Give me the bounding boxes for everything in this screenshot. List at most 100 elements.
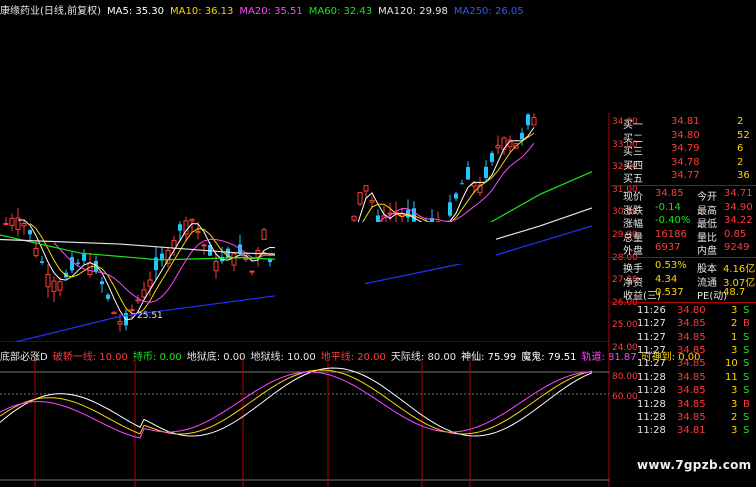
bid-price: 34.81 <box>671 116 700 127</box>
ma-label: MA60: 32.43 <box>308 6 373 17</box>
tick-time: 11:27 <box>637 331 666 343</box>
candle <box>141 281 147 299</box>
chart-mask-region <box>275 233 365 298</box>
tick-time: 11:27 <box>637 318 666 330</box>
tick-side: S <box>743 331 750 343</box>
candle <box>160 246 164 267</box>
candle <box>238 234 242 256</box>
candle <box>28 229 32 240</box>
tick-price: 34.85 <box>677 331 706 343</box>
stat-value: 34.71 <box>724 188 753 199</box>
bid-price: 34.80 <box>671 129 700 141</box>
bid-volume: 2 <box>737 156 744 168</box>
stock-period-label: 康缘药业(日线,前复权) <box>0 6 101 17</box>
tick-side: B <box>743 398 750 410</box>
ma-label: MA120: 29.98 <box>378 6 448 17</box>
tick-time: 11:28 <box>637 385 666 397</box>
candle <box>213 253 219 279</box>
candle <box>9 213 15 232</box>
candle <box>495 135 501 155</box>
candle <box>466 161 470 180</box>
separator <box>611 257 756 258</box>
candle <box>201 243 207 255</box>
tick-price: 34.85 <box>677 412 706 423</box>
candle <box>490 150 494 166</box>
separator <box>611 185 756 186</box>
stat-value: -0.40% <box>655 215 691 227</box>
tick-side: B <box>743 318 750 330</box>
stat-value: 6937 <box>655 242 681 254</box>
tick-price: 34.85 <box>677 371 706 383</box>
stat-value: -0.14 <box>655 201 681 213</box>
tick-time: 11:28 <box>637 425 666 437</box>
watermark: www.7gpzb.com <box>637 458 752 472</box>
stat-value: 16186 <box>655 228 687 240</box>
low-price-marker: 25.51 <box>137 311 163 321</box>
candle <box>87 252 93 278</box>
fin-value: 48.7 <box>723 287 746 299</box>
candle <box>448 194 452 218</box>
candle <box>526 113 530 130</box>
candle <box>460 179 464 185</box>
candle <box>243 258 249 262</box>
tick-price: 34.85 <box>677 398 706 410</box>
candle <box>507 135 513 153</box>
bid-volume: 36 <box>737 170 750 182</box>
stat-value: 34.85 <box>655 188 684 199</box>
candle <box>57 277 63 297</box>
candle <box>154 246 158 280</box>
candle <box>454 191 458 201</box>
tick-volume: 3 <box>731 425 738 437</box>
bid-volume: 52 <box>737 129 750 141</box>
bid-price: 34.79 <box>671 143 700 155</box>
fin-value: 0.537 <box>655 287 684 299</box>
tick-time: 11:28 <box>637 398 666 410</box>
tick-volume: 3 <box>731 398 738 410</box>
candle <box>484 160 488 183</box>
tick-volume: 11 <box>725 371 738 383</box>
tick-time: 11:27 <box>637 345 666 356</box>
tick-price: 34.81 <box>677 425 706 437</box>
tick-side: S <box>743 412 750 423</box>
tick-side: S <box>743 304 750 316</box>
stat-label: 外盘 <box>623 246 643 258</box>
ma-label: MA5: 35.30 <box>106 6 164 17</box>
candle <box>51 276 57 303</box>
separator <box>611 301 756 303</box>
tick-side: S <box>743 345 750 356</box>
tick-volume: 2 <box>731 318 738 330</box>
osc-line-a <box>0 367 593 437</box>
candle <box>45 263 51 298</box>
candle <box>3 217 9 226</box>
candle <box>106 293 110 302</box>
tick-time: 11:27 <box>637 358 666 370</box>
tick-volume: 3 <box>731 304 738 316</box>
candle <box>82 249 86 265</box>
candle <box>21 220 27 235</box>
tick-volume: 3 <box>731 345 738 356</box>
candle <box>231 253 237 272</box>
oscillator-chart[interactable] <box>0 342 610 487</box>
tick-price: 34.85 <box>677 358 706 370</box>
candle <box>100 276 104 293</box>
quote-panel: 买一 34.81 2 买二 34.80 52 买三 34.79 6 买四 34.78 2 买五 34.77… <box>611 113 756 487</box>
tick-volume: 10 <box>725 358 738 370</box>
fin-value: 4.34 <box>655 273 678 285</box>
candle <box>111 311 117 315</box>
candle <box>249 270 255 276</box>
ma-header: 康缘药业(日线,前复权) MA5: 35.30 MA10: 36.13 MA20: 3… <box>0 2 536 17</box>
ma-label: MA250: 26.05 <box>453 6 524 17</box>
tick-side: S <box>743 425 750 437</box>
bid-volume: 2 <box>737 116 744 127</box>
ma-label: MA20: 35.51 <box>239 6 303 17</box>
fin-value: 0.53% <box>655 260 687 271</box>
bid-price: 34.77 <box>671 170 700 182</box>
candle <box>15 208 21 237</box>
tick-time: 11:28 <box>637 371 666 383</box>
bid-price: 34.78 <box>671 156 700 168</box>
candle <box>531 113 537 126</box>
tick-price: 34.85 <box>677 318 706 330</box>
candle <box>261 227 267 240</box>
stat-value: 0.85 <box>724 228 747 240</box>
candle <box>357 191 363 207</box>
